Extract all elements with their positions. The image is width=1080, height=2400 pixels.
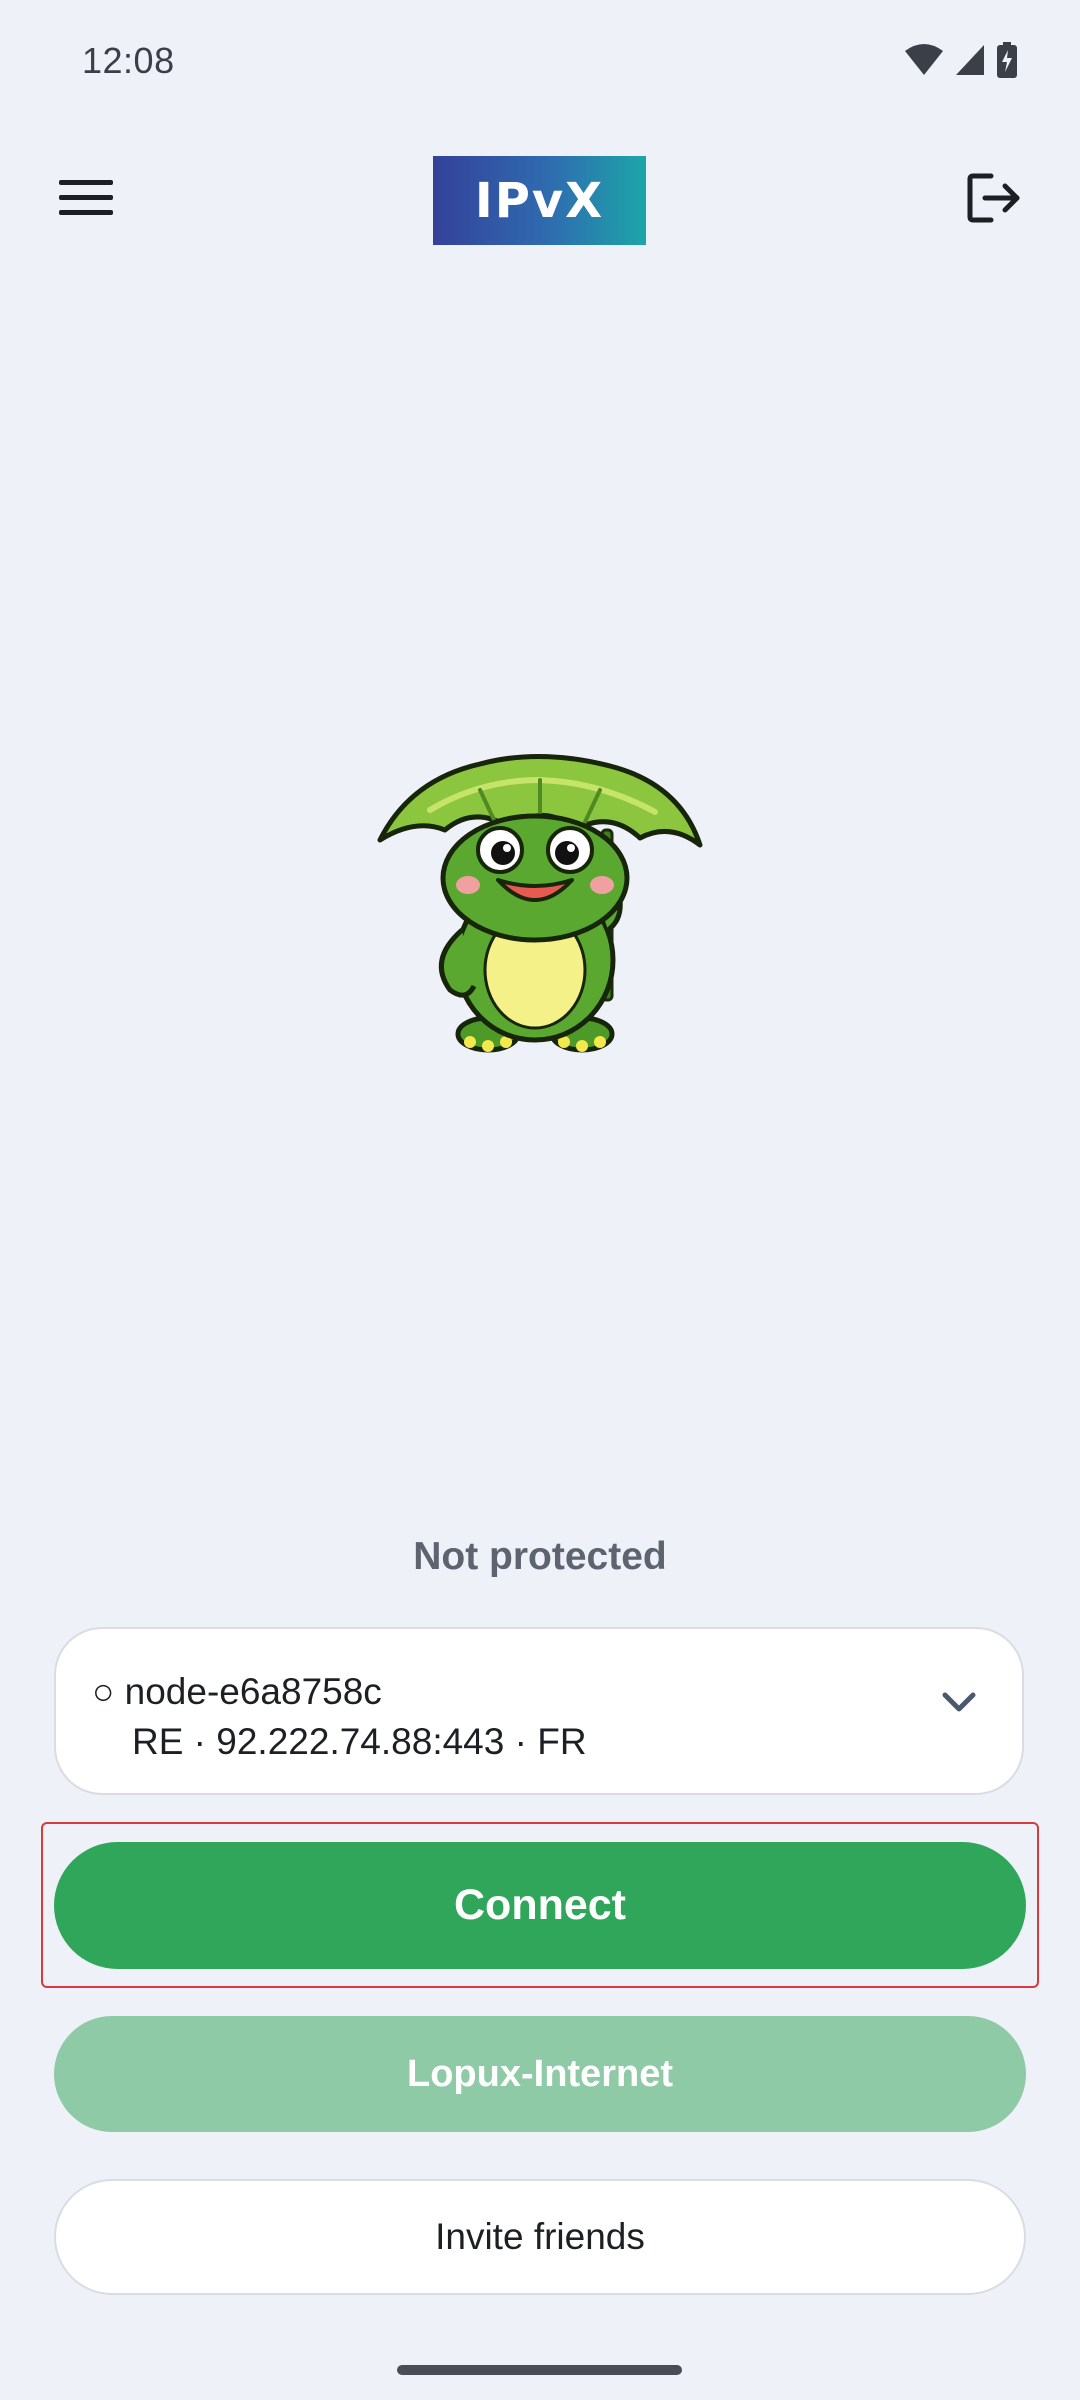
hamburger-menu-icon xyxy=(59,179,113,222)
status-time: 12:08 xyxy=(82,40,175,81)
menu-button[interactable] xyxy=(50,168,122,232)
server-details: RE · 92.222.74.88:443 · FR xyxy=(132,1721,587,1762)
connect-button[interactable]: Connect xyxy=(54,1842,1026,1969)
status-bar: 12:08 xyxy=(0,0,1080,128)
logo-text: IPvX xyxy=(474,172,605,229)
connection-status: Not protected xyxy=(413,1535,667,1578)
invite-friends-button[interactable]: Invite friends xyxy=(54,2179,1026,2295)
server-name: ○ node-e6a8758c xyxy=(92,1671,382,1712)
logout-icon xyxy=(967,173,1021,228)
battery-charging-icon xyxy=(996,42,1018,78)
chevron-down-icon xyxy=(942,1691,976,1718)
home-indicator[interactable] xyxy=(397,2365,682,2375)
server-selector[interactable]: ○ node-e6a8758c RE · 92.222.74.88:443 · … xyxy=(54,1627,1024,1795)
frog-mascot-icon xyxy=(370,750,710,1060)
logout-button[interactable] xyxy=(958,168,1030,232)
lopux-internet-button[interactable]: Lopux-Internet xyxy=(54,2016,1026,2132)
app-logo: IPvX xyxy=(433,156,646,245)
signal-icon xyxy=(954,43,986,77)
top-app-bar: IPvX xyxy=(0,150,1080,250)
status-icons xyxy=(904,42,1018,78)
wifi-icon xyxy=(904,43,944,77)
